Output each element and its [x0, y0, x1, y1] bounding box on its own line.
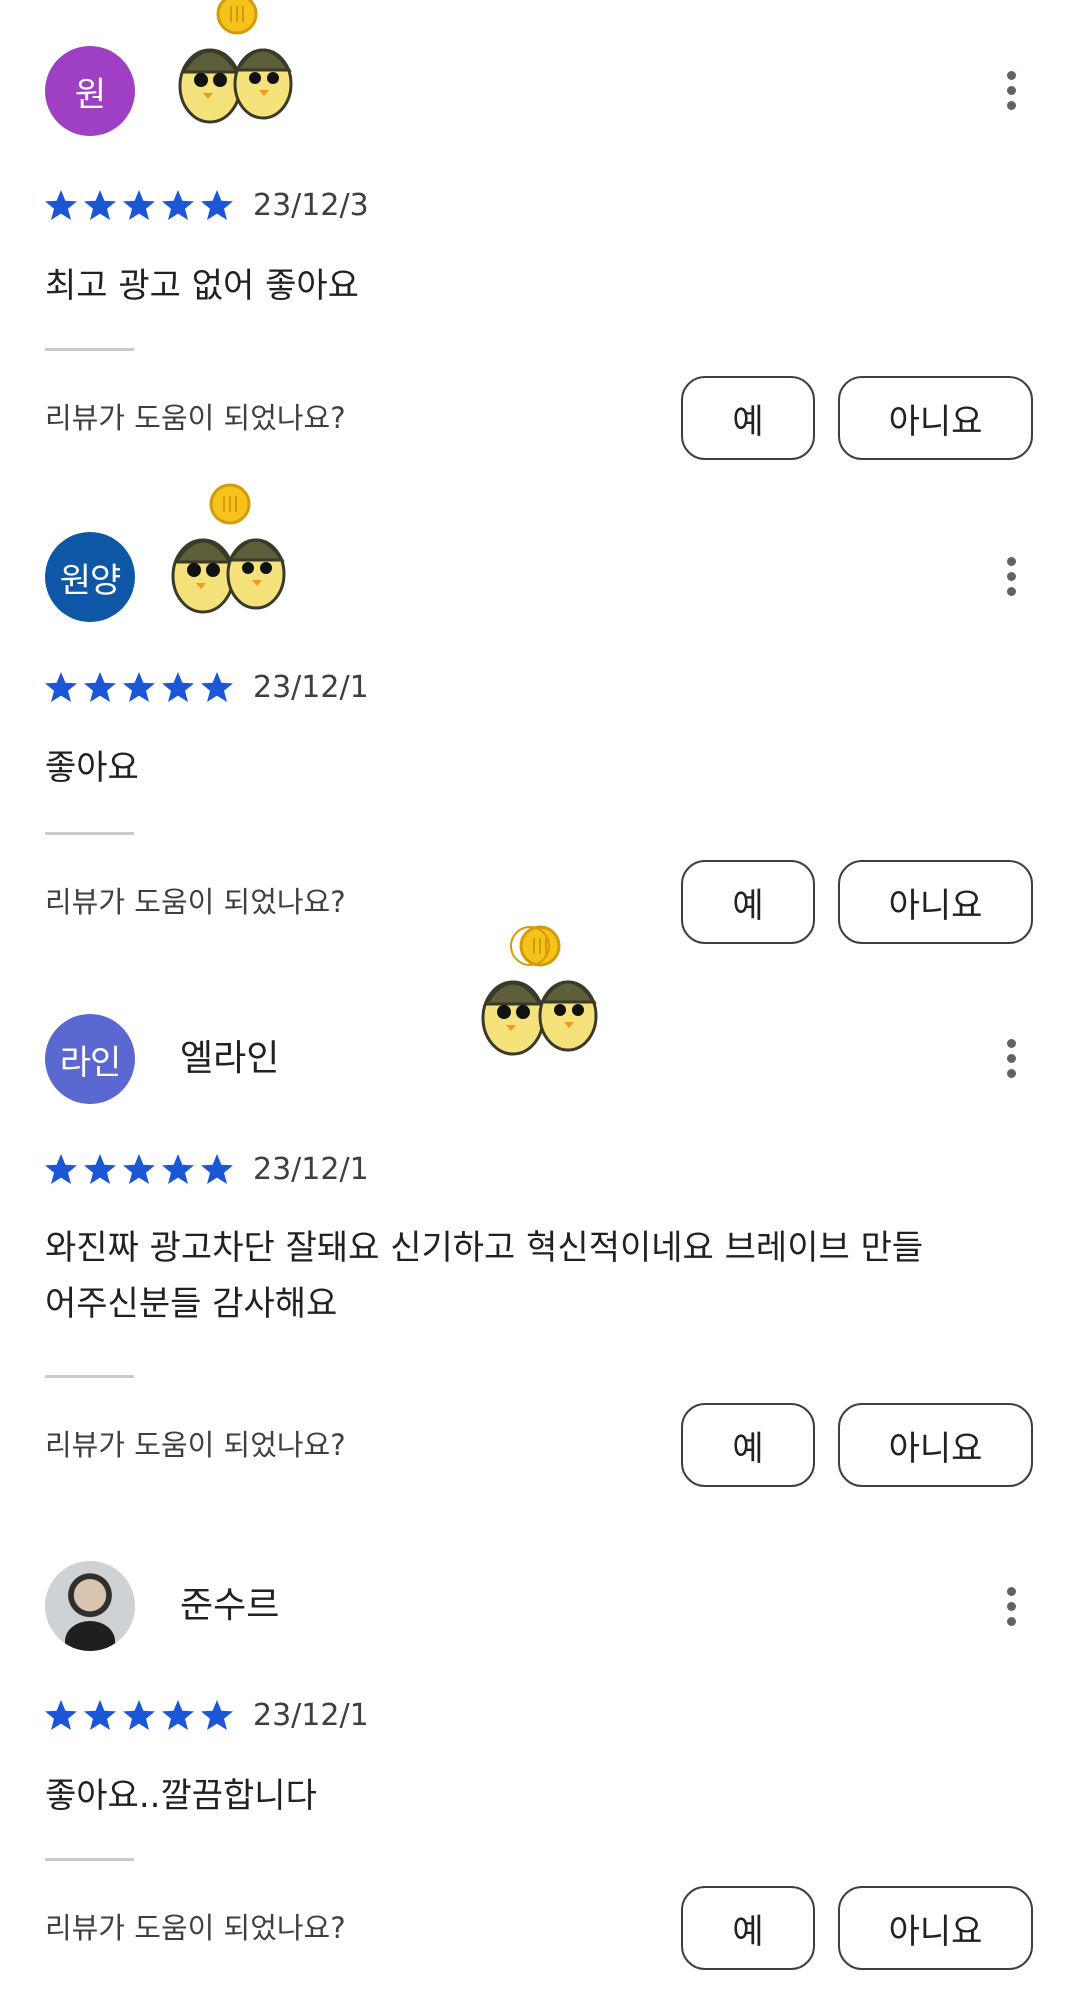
avatar[interactable] — [45, 1561, 135, 1651]
author-name: 엘라인 — [180, 1038, 280, 1079]
star-icon — [84, 190, 116, 220]
review-card: 원양 23/12/1 좋아요 리뷰가 도움이 되었나요? 예 아니요 — [0, 480, 1080, 970]
star-rating — [45, 1154, 233, 1184]
divider — [45, 832, 134, 835]
penguin-duo-coin-sticker — [171, 483, 286, 614]
divider — [45, 348, 134, 351]
avatar[interactable]: 원 — [45, 46, 135, 136]
avatar[interactable]: 라인 — [45, 1014, 135, 1104]
divider — [45, 1858, 134, 1861]
review-text: 최고 광고 없어 좋아요 — [45, 266, 359, 306]
more-options-icon[interactable] — [990, 60, 1032, 120]
avatar[interactable]: 원양 — [45, 532, 135, 622]
review-date: 23/12/3 — [253, 188, 369, 223]
helpful-no-button[interactable]: 아니요 — [838, 1403, 1033, 1487]
penguin-duo-coin-sticker — [178, 0, 293, 124]
star-icon — [84, 672, 116, 702]
star-icon — [162, 1154, 194, 1184]
star-rating — [45, 1700, 233, 1730]
star-icon — [201, 672, 233, 702]
helpful-yes-button[interactable]: 예 — [681, 1886, 815, 1970]
author-name: 준수르 — [180, 1585, 280, 1626]
star-icon — [123, 190, 155, 220]
avatar-initials: 라인 — [59, 1042, 122, 1083]
review-date: 23/12/1 — [253, 1152, 369, 1187]
helpful-yes-button[interactable]: 예 — [681, 376, 815, 460]
review-card: 라인 엘라인 23/12/1 와진짜 광고차단 잘돼요 신기하고 혁신적이네요 … — [0, 920, 1080, 1500]
star-icon — [201, 1700, 233, 1730]
review-card: 준수르 23/12/1 좋아요..깔끔합니다 리뷰가 도움이 되었나요? 예 아… — [0, 1500, 1080, 1989]
helpful-yes-button[interactable]: 예 — [681, 1403, 815, 1487]
helpful-no-button[interactable]: 아니요 — [838, 1886, 1033, 1970]
helpful-prompt: 리뷰가 도움이 되었나요? — [45, 401, 346, 435]
review-text: 좋아요 — [45, 748, 139, 788]
star-icon — [201, 190, 233, 220]
review-date: 23/12/1 — [253, 670, 369, 705]
penguin-duo-coin-sticker — [481, 925, 598, 1056]
review-text: 와진짜 광고차단 잘돼요 신기하고 혁신적이네요 브레이브 만들어주신분들 감사… — [45, 1228, 924, 1324]
more-options-icon[interactable] — [990, 1576, 1032, 1636]
star-icon — [45, 1154, 77, 1184]
star-icon — [123, 1154, 155, 1184]
star-icon — [123, 672, 155, 702]
star-icon — [84, 1154, 116, 1184]
star-icon — [162, 190, 194, 220]
star-icon — [45, 1700, 77, 1730]
star-icon — [45, 672, 77, 702]
more-options-icon[interactable] — [990, 546, 1032, 606]
star-icon — [162, 672, 194, 702]
review-date: 23/12/1 — [253, 1698, 369, 1733]
star-rating — [45, 672, 233, 702]
avatar-initials: 원양 — [59, 560, 122, 601]
star-icon — [45, 190, 77, 220]
avatar-initials: 원 — [74, 74, 106, 115]
more-options-icon[interactable] — [990, 1028, 1032, 1088]
helpful-prompt: 리뷰가 도움이 되었나요? — [45, 885, 346, 919]
star-icon — [84, 1700, 116, 1730]
review-text: 좋아요..깔끔합니다 — [45, 1776, 317, 1816]
star-icon — [162, 1700, 194, 1730]
divider — [45, 1375, 134, 1378]
helpful-no-button[interactable]: 아니요 — [838, 376, 1033, 460]
star-icon — [201, 1154, 233, 1184]
helpful-prompt: 리뷰가 도움이 되었나요? — [45, 1911, 346, 1945]
review-card: 원 23/12/3 최고 광고 없어 좋아요 리뷰가 도움이 되었나요? 예 아… — [0, 0, 1080, 480]
helpful-prompt: 리뷰가 도움이 되었나요? — [45, 1428, 346, 1462]
star-rating — [45, 190, 233, 220]
star-icon — [123, 1700, 155, 1730]
